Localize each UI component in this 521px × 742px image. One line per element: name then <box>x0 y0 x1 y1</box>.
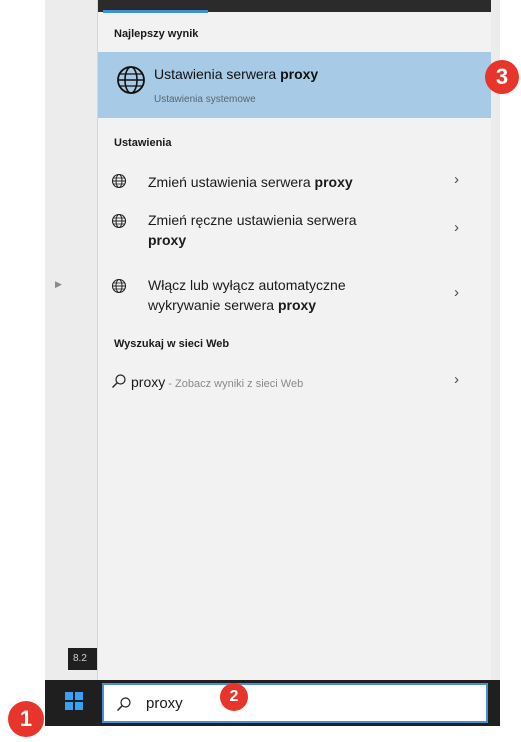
best-match-header: Najlepszy wynik <box>114 28 199 40</box>
desktop-background-left <box>45 0 97 680</box>
globe-icon <box>111 173 127 189</box>
settings-item-change-proxy[interactable]: Zmień ustawienia serwera proxy › <box>98 170 491 194</box>
globe-icon <box>111 278 127 294</box>
web-search-header: Wyszukaj w sieci Web <box>114 338 230 350</box>
active-tab-indicator <box>103 10 208 13</box>
search-results-panel: Najlepszy wynik Ustawienia serwera proxy… <box>97 0 491 680</box>
web-search-query: proxy <box>131 374 166 390</box>
settings-header: Ustawienia <box>114 137 172 149</box>
clock-tooltip: 8.2 <box>68 648 98 670</box>
chevron-right-icon: › <box>454 219 459 236</box>
settings-item-keyword: proxy <box>277 297 317 313</box>
search-icon <box>117 697 131 711</box>
windows-start-icon[interactable] <box>65 692 83 710</box>
expand-arrow-icon[interactable]: ▶ <box>55 279 62 290</box>
globe-icon <box>111 213 127 229</box>
web-search-result[interactable]: proxy - Zobacz wyniki z sieci Web › <box>98 370 491 394</box>
web-search-label: proxy - Zobacz wyniki z sieci Web <box>131 372 421 394</box>
chevron-right-icon: › <box>454 171 459 188</box>
settings-item-manual-proxy[interactable]: Zmień ręczne ustawienia serwera proxy › <box>98 210 491 254</box>
step-badge-2: 2 <box>220 683 248 711</box>
settings-item-auto-detect-proxy[interactable]: Włącz lub wyłącz automatyczne wykrywanie… <box>98 275 491 319</box>
search-input[interactable]: proxy <box>146 695 183 712</box>
step-badge-1: 1 <box>8 701 44 737</box>
web-search-suffix: - Zobacz wyniki z sieci Web <box>165 378 304 390</box>
settings-item-text-line1: Zmień ręczne ustawienia serwera <box>148 212 357 228</box>
settings-item-keyword: proxy <box>148 232 187 248</box>
settings-item-keyword: proxy <box>314 174 353 190</box>
globe-icon <box>117 66 145 94</box>
chevron-right-icon: › <box>454 284 459 301</box>
settings-item-label: Włącz lub wyłącz automatyczne wykrywanie… <box>148 275 438 315</box>
settings-item-text: wykrywanie serwera <box>148 297 278 313</box>
best-match-title-text: Ustawienia serwera <box>154 66 281 82</box>
settings-item-label: Zmień ręczne ustawienia serwera proxy <box>148 210 438 250</box>
best-match-subtitle: Ustawienia systemowe <box>154 94 256 105</box>
chevron-right-icon: › <box>454 371 459 388</box>
best-match-title-keyword: proxy <box>280 66 319 82</box>
settings-item-text-line2: wykrywanie serwera proxy <box>148 295 438 315</box>
settings-item-label: Zmień ustawienia serwera proxy <box>148 172 438 192</box>
settings-item-text-line1: Włącz lub wyłącz automatyczne <box>148 277 346 293</box>
settings-item-text-line2: proxy <box>148 230 438 250</box>
best-match-title: Ustawienia serwera proxy <box>154 66 318 82</box>
taskbar-search-box[interactable]: proxy <box>102 683 488 723</box>
desktop-background-right <box>490 0 500 680</box>
best-match-result[interactable]: Ustawienia serwera proxy Ustawienia syst… <box>98 52 491 118</box>
search-icon <box>112 374 126 388</box>
settings-item-text: Zmień ustawienia serwera <box>148 174 315 190</box>
step-badge-3: 3 <box>485 60 519 94</box>
